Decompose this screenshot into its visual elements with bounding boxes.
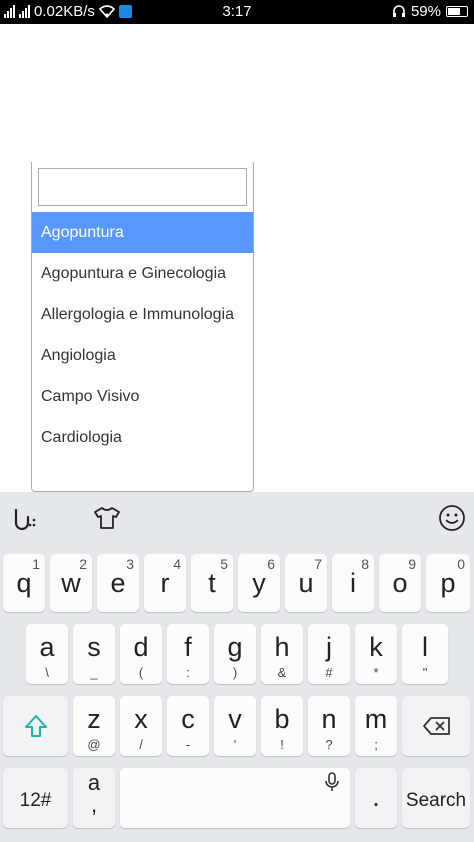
soft-keyboard: 1q 2w 3e 4r 5t 6y 7u 8i 9o 0p a \ s _ d( f… xyxy=(0,492,474,842)
status-bar: 0.02KB/s 3:17 59% xyxy=(0,0,474,24)
specialty-dropdown: Agopuntura Agopuntura e Ginecologia Alle… xyxy=(31,162,254,492)
key-i[interactable]: 8i xyxy=(332,554,374,612)
battery-icon xyxy=(446,6,468,17)
key-z[interactable]: z @ xyxy=(73,696,115,756)
key-q[interactable]: 1q xyxy=(3,554,45,612)
shift-arrow-icon xyxy=(25,715,47,737)
key-a[interactable]: a \ xyxy=(26,624,68,684)
option-campo-visivo[interactable]: Campo Visivo xyxy=(32,376,253,417)
key-c[interactable]: c- xyxy=(167,696,209,756)
dropdown-options: Agopuntura Agopuntura e Ginecologia Alle… xyxy=(32,212,253,458)
key-w[interactable]: 2w xyxy=(50,554,92,612)
key-s[interactable]: s _ xyxy=(73,624,115,684)
keyboard-toolbar xyxy=(0,492,474,544)
option-agopuntura[interactable]: Agopuntura xyxy=(32,212,253,253)
language-key[interactable]: a , xyxy=(73,768,115,828)
key-u[interactable]: 7u xyxy=(285,554,327,612)
key-o[interactable]: 9o xyxy=(379,554,421,612)
key-r[interactable]: 4r xyxy=(144,554,186,612)
space-key[interactable] xyxy=(120,768,350,828)
option-agopuntura-e-ginecologia[interactable]: Agopuntura e Ginecologia xyxy=(32,253,253,294)
dropdown-search-input[interactable] xyxy=(38,168,247,206)
battery-percent: 59% xyxy=(410,3,441,20)
key-p[interactable]: 0p xyxy=(426,554,470,612)
key-g[interactable]: g) xyxy=(214,624,256,684)
key-f[interactable]: f: xyxy=(167,624,209,684)
key-n[interactable]: n? xyxy=(308,696,350,756)
key-y[interactable]: 6y xyxy=(238,554,280,612)
key-x[interactable]: x / xyxy=(120,696,162,756)
key-d[interactable]: d( xyxy=(120,624,162,684)
backspace-icon xyxy=(423,717,450,735)
key-k[interactable]: k * xyxy=(355,624,397,684)
microphone-icon[interactable] xyxy=(325,772,339,792)
key-t[interactable]: 5t xyxy=(191,554,233,612)
period-key[interactable]: . xyxy=(355,768,397,828)
key-j[interactable]: j # xyxy=(308,624,350,684)
symbols-key[interactable]: 12# xyxy=(3,768,68,828)
option-cardiologia[interactable]: Cardiologia xyxy=(32,417,253,458)
backspace-key[interactable] xyxy=(402,696,470,756)
headset-icon xyxy=(392,5,405,17)
search-key[interactable]: Search xyxy=(402,768,470,828)
shift-key[interactable] xyxy=(3,696,68,756)
key-l[interactable]: l " xyxy=(402,624,448,684)
shirt-theme-icon[interactable] xyxy=(91,502,123,534)
key-m[interactable]: m; xyxy=(355,696,397,756)
emoji-icon[interactable] xyxy=(436,502,468,534)
screen: { "status_bar": { "speed": "0.02KB/s", "… xyxy=(0,0,474,842)
key-h[interactable]: h & xyxy=(261,624,303,684)
option-angiologia[interactable]: Angiologia xyxy=(32,335,253,376)
key-v[interactable]: v ' xyxy=(214,696,256,756)
key-b[interactable]: b! xyxy=(261,696,303,756)
option-allergologia-e-immunologia[interactable]: Allergologia e Immunologia xyxy=(32,294,253,335)
typing-hand-icon[interactable] xyxy=(8,502,40,534)
key-e[interactable]: 3e xyxy=(97,554,139,612)
